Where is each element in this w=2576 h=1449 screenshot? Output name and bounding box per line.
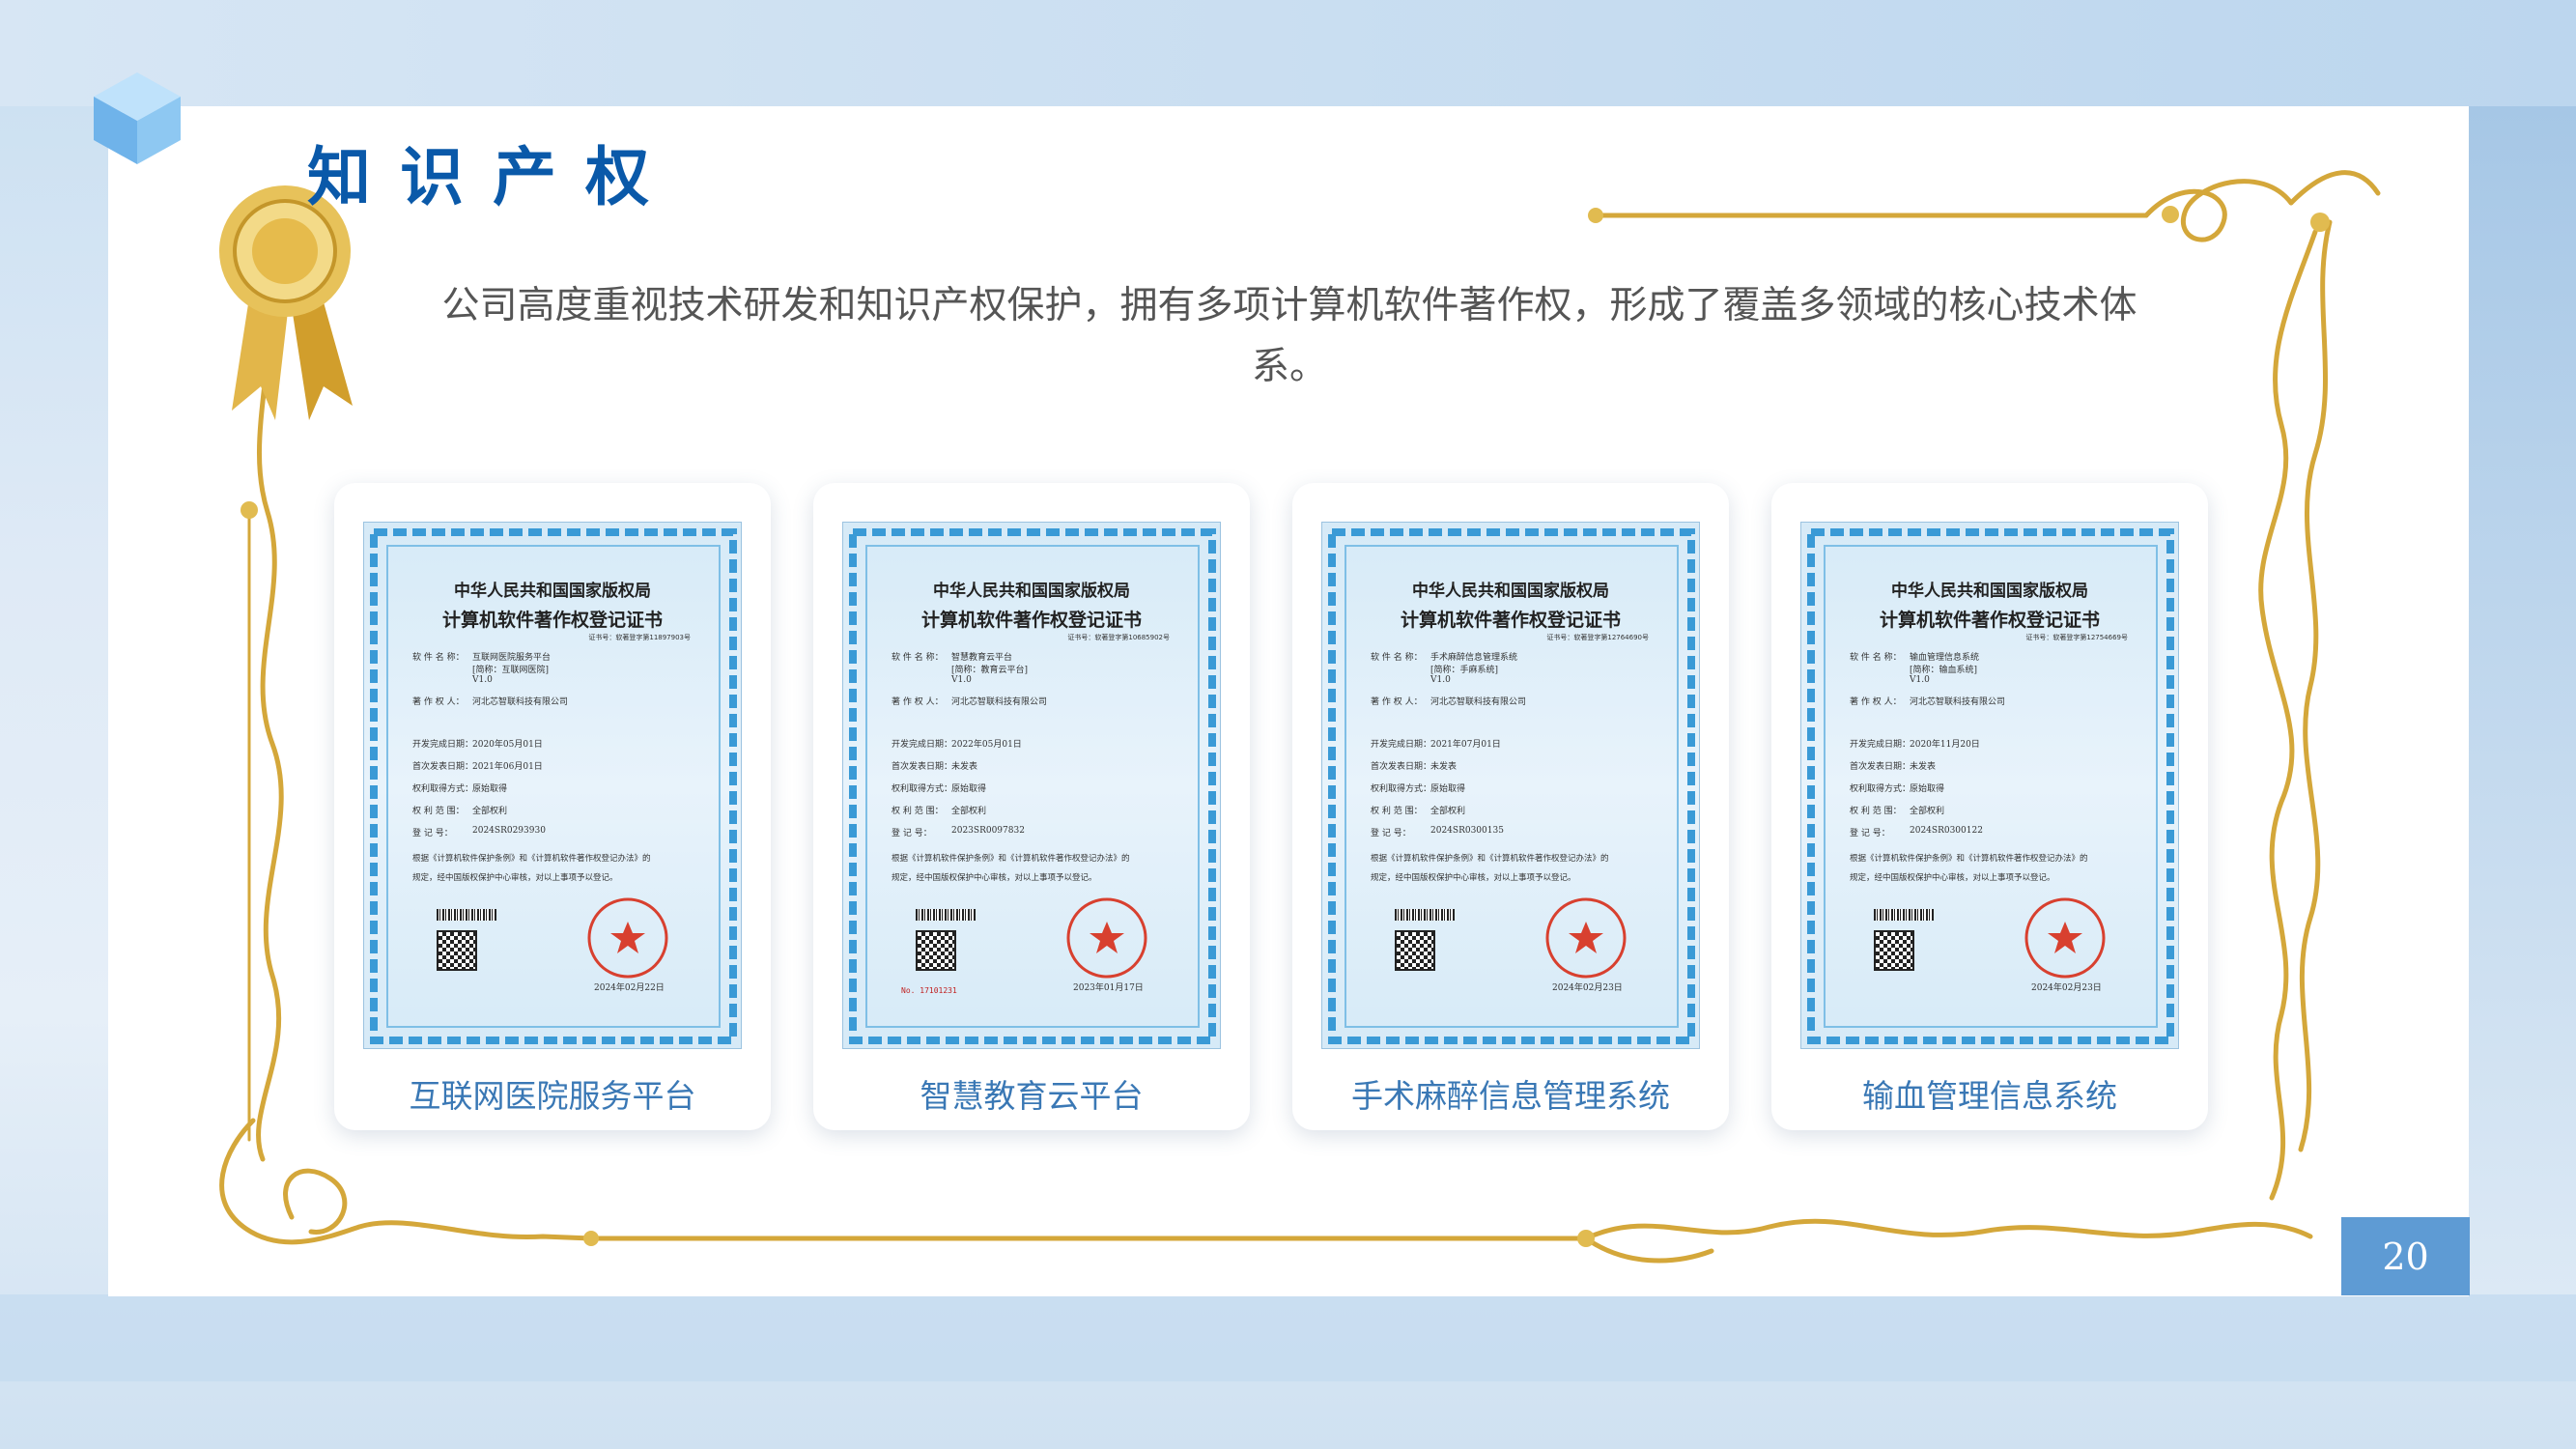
certificate-number: 证书号：软著登字第12764690号 xyxy=(1546,634,1649,641)
certificate-card[interactable]: 中华人民共和国国家版权局 计算机软件著作权登记证书 证书号：软著登字第12764… xyxy=(1292,483,1729,1130)
certificate-org: 中华人民共和国国家版权局 xyxy=(454,582,651,601)
certificate-row-owner: 著 作 权 人： 河北芯智联科技有限公司 xyxy=(412,697,569,707)
barcode xyxy=(437,909,496,921)
qr-code xyxy=(1874,930,1914,971)
certificate-row-acquire: 权利取得方式：原始取得 xyxy=(1371,784,1466,794)
certificate-date: 2024年02月22日 xyxy=(594,983,665,993)
certificate-org: 中华人民共和国国家版权局 xyxy=(933,582,1130,601)
card-caption: 互联网医院服务平台 xyxy=(409,1077,696,1115)
certificate-image: 中华人民共和国国家版权局 计算机软件著作权登记证书 证书号：软著登字第11897… xyxy=(363,522,742,1049)
certificate-card[interactable]: 中华人民共和国国家版权局 计算机软件著作权登记证书 证书号：软著登字第11897… xyxy=(334,483,771,1130)
certificate-row-scope: 权 利 范 围： 全部权利 xyxy=(892,807,987,816)
certificate-heading: 计算机软件著作权登记证书 xyxy=(1400,610,1621,631)
certificate-card[interactable]: 中华人民共和国国家版权局 计算机软件著作权登记证书 证书号：软著登字第10685… xyxy=(813,483,1250,1130)
certificate-row-acquire: 权利取得方式：原始取得 xyxy=(412,784,508,794)
certificate-heading: 计算机软件著作权登记证书 xyxy=(920,610,1142,631)
certificate-row-scope: 权 利 范 围： 全部权利 xyxy=(412,807,508,816)
barcode xyxy=(1395,909,1455,921)
certificate-serial: No. 17101231 xyxy=(901,986,957,995)
certificate-row-owner: 著 作 权 人： 河北芯智联科技有限公司 xyxy=(892,697,1048,707)
certificate-row-dev: 开发完成日期：2020年11月20日 xyxy=(1850,740,1980,750)
page-number: 20 xyxy=(2341,1217,2470,1295)
certificate-card[interactable]: 中华人民共和国国家版权局 计算机软件著作权登记证书 证书号：软著登字第12754… xyxy=(1771,483,2208,1130)
background-top xyxy=(0,0,2576,106)
certificate-row-owner: 著 作 权 人： 河北芯智联科技有限公司 xyxy=(1371,697,1527,707)
page-title: 知识产权 xyxy=(307,140,678,214)
certificate-row-owner: 著 作 权 人： 河北芯智联科技有限公司 xyxy=(1850,697,2006,707)
gold-medal-icon xyxy=(219,185,353,420)
glass-cube-icon xyxy=(94,72,181,164)
slide: 知识产权 公司高度重视技术研发和知识产权保护，拥有多项计算机软件著作权，形成了覆… xyxy=(94,72,2469,1296)
certificate-heading: 计算机软件著作权登记证书 xyxy=(441,610,663,631)
certificate-row-dev: 开发完成日期：2020年05月01日 xyxy=(412,740,543,750)
certificate-image: 中华人民共和国国家版权局 计算机软件著作权登记证书 证书号：软著登字第12754… xyxy=(1800,522,2179,1049)
certificate-number: 证书号：软著登字第10685902号 xyxy=(1067,634,1170,641)
certificate-row-scope: 权 利 范 围： 全部权利 xyxy=(1850,807,1945,816)
certificate-date: 2024年02月23日 xyxy=(2031,983,2102,993)
certificate-image: 中华人民共和国国家版权局 计算机软件著作权登记证书 证书号：软著登字第12764… xyxy=(1321,522,1700,1049)
certificate-row-name: 软 件 名 称： 智慧教育云平台 [简称：教育云平台] V1.0 xyxy=(892,653,1029,685)
certificate-paragraph: 根据《计算机软件保护条例》和《计算机软件著作权登记办法》的 规定，经中国版权保护中… xyxy=(1850,854,2088,883)
barcode xyxy=(916,909,976,921)
certificate-row-pub: 首次发表日期：2021年06月01日 xyxy=(412,762,543,772)
qr-code xyxy=(437,930,477,971)
certificate-image: 中华人民共和国国家版权局 计算机软件著作权登记证书 证书号：软著登字第10685… xyxy=(842,522,1221,1049)
certificate-row-scope: 权 利 范 围： 全部权利 xyxy=(1371,807,1466,816)
certificate-row-name: 软 件 名 称： 手术麻醉信息管理系统 [简称：手麻系统] V1.0 xyxy=(1371,653,1518,685)
certificate-date: 2023年01月17日 xyxy=(1073,983,1144,993)
certificate-date: 2024年02月23日 xyxy=(1552,983,1623,993)
certificate-row-pub: 首次发表日期：未发表 xyxy=(1850,762,1937,772)
red-seal-icon xyxy=(587,897,668,979)
red-seal-icon xyxy=(1066,897,1147,979)
qr-code xyxy=(916,930,956,971)
certificate-row-reg: 登 记 号： 2024SR0300122 xyxy=(1850,826,1983,838)
barcode xyxy=(1874,909,1934,921)
certificate-row-name: 软 件 名 称： 输血管理信息系统 [简称：输血系统] V1.0 xyxy=(1850,653,1980,685)
certificate-paragraph: 根据《计算机软件保护条例》和《计算机软件著作权登记办法》的 规定，经中国版权保护中… xyxy=(1371,854,1609,883)
certificate-row-pub: 首次发表日期：未发表 xyxy=(892,762,978,772)
certificate-row-reg: 登 记 号： 2023SR0097832 xyxy=(892,826,1025,838)
certificate-paragraph: 根据《计算机软件保护条例》和《计算机软件著作权登记办法》的 规定，经中国版权保护中… xyxy=(412,854,651,883)
certificate-row-acquire: 权利取得方式：原始取得 xyxy=(892,784,987,794)
certificate-row-dev: 开发完成日期：2021年07月01日 xyxy=(1371,740,1501,750)
certificate-org: 中华人民共和国国家版权局 xyxy=(1891,582,2088,601)
certificate-number: 证书号：软著登字第12754669号 xyxy=(2025,634,2128,641)
certificate-row-acquire: 权利取得方式：原始取得 xyxy=(1850,784,1945,794)
certificate-row-reg: 登 记 号： 2024SR0293930 xyxy=(412,826,546,838)
background-right xyxy=(2469,106,2576,1294)
certificate-org: 中华人民共和国国家版权局 xyxy=(1412,582,1609,601)
card-caption: 输血管理信息系统 xyxy=(1862,1077,2117,1115)
certificate-row-dev: 开发完成日期：2022年05月01日 xyxy=(892,740,1022,750)
intro-text: 公司高度重视技术研发和知识产权保护，拥有多项计算机软件著作权，形成了覆盖多领域的… xyxy=(441,284,2137,388)
card-caption: 智慧教育云平台 xyxy=(920,1077,1144,1115)
certificate-row-pub: 首次发表日期：未发表 xyxy=(1371,762,1458,772)
certificate-number: 证书号：软著登字第11897903号 xyxy=(588,634,691,641)
red-seal-icon xyxy=(1545,897,1627,979)
certificate-heading: 计算机软件著作权登记证书 xyxy=(1879,610,2100,631)
certificate-row-reg: 登 记 号： 2024SR0300135 xyxy=(1371,826,1504,838)
card-caption: 手术麻醉信息管理系统 xyxy=(1351,1077,1670,1115)
certificate-row-name: 软 件 名 称： 互联网医院服务平台 [简称：互联网医院] V1.0 xyxy=(412,653,552,685)
red-seal-icon xyxy=(2024,897,2106,979)
qr-code xyxy=(1395,930,1435,971)
certificate-paragraph: 根据《计算机软件保护条例》和《计算机软件著作权登记办法》的 规定，经中国版权保护中… xyxy=(892,854,1130,883)
background-band xyxy=(0,1294,2576,1381)
